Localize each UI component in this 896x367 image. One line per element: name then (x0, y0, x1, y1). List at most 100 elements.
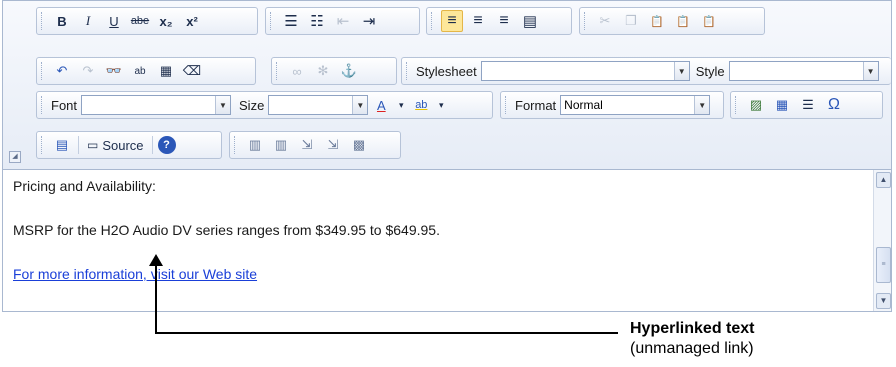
superscript-button[interactable]: x² (181, 10, 203, 32)
rich-text-editor: B I U abe x₂ x² ☰ ☷ ⇤ ⇥ ≡ ≡ ≡ ▤ ✂ ❐ 📋 📋 (2, 0, 892, 312)
format-select[interactable]: Normal ▼ (560, 95, 711, 115)
redo-icon[interactable]: ↷ (77, 60, 99, 82)
source-label: Source (102, 137, 144, 153)
toolbar-grip[interactable] (431, 12, 435, 30)
stylesheet-label: Stylesheet (416, 63, 477, 79)
format-toolbar: Format Normal ▼ (500, 91, 724, 119)
numbered-list-button[interactable]: ☰ (280, 10, 302, 32)
replace-icon[interactable]: ab (129, 60, 151, 82)
insert-document-icon[interactable]: ⇲ (322, 134, 344, 156)
annotation-title: Hyperlinked text (630, 320, 755, 337)
chevron-down-icon[interactable]: ▾ (436, 94, 446, 116)
edit-toolbar: ↶ ↷ 👓 ab ▦ ⌫ (36, 57, 256, 85)
font-label: Font (51, 97, 78, 113)
insert-media-icon[interactable]: ⇲ (296, 134, 318, 156)
cut-icon[interactable]: ✂ (594, 10, 616, 32)
toolbar-grip[interactable] (584, 12, 588, 30)
text-color-button[interactable]: A (370, 94, 392, 116)
undo-icon[interactable]: ↶ (51, 60, 73, 82)
select-all-icon[interactable]: ▦ (155, 60, 177, 82)
toolbar-grip[interactable] (41, 96, 45, 114)
toolbar-grip[interactable] (41, 62, 45, 80)
source-icon: ▭ (87, 138, 99, 152)
scroll-up-icon[interactable]: ▲ (876, 172, 891, 188)
horizontal-rule-icon[interactable]: ☰ (797, 94, 819, 116)
annotation-subtitle: (unmanaged link) (630, 340, 754, 357)
toolbar-grip[interactable] (270, 12, 274, 30)
bold-button[interactable]: B (51, 10, 73, 32)
toolbar-grip[interactable] (234, 136, 238, 154)
chevron-down-icon[interactable]: ▼ (673, 62, 689, 80)
preview-icon[interactable]: ▤ (51, 134, 73, 156)
toolbar-grip[interactable] (735, 96, 739, 114)
toolbar-grip[interactable] (406, 62, 410, 80)
font-toolbar: Font ▼ Size ▼ A ▾ ab ▾ (36, 91, 493, 119)
scroll-down-icon[interactable]: ▼ (876, 293, 891, 309)
toolbar-grip[interactable] (276, 62, 280, 80)
size-select[interactable]: ▼ (268, 95, 369, 115)
toolbar-separator (151, 136, 153, 154)
chevron-down-icon[interactable]: ▼ (215, 96, 231, 114)
chevron-down-icon[interactable]: ▼ (862, 62, 878, 80)
align-center-button[interactable]: ≡ (467, 10, 489, 32)
view-toolbar: ▤ ▭ Source ? (36, 131, 222, 159)
subscript-button[interactable]: x₂ (155, 10, 177, 32)
alignment-toolbar: ≡ ≡ ≡ ▤ (426, 7, 572, 35)
outdent-button[interactable]: ⇤ (332, 10, 354, 32)
editor-content[interactable]: Pricing and Availability: MSRP for the H… (3, 170, 873, 311)
anchor-icon[interactable]: ⚓ (338, 60, 360, 82)
background-color-button[interactable]: ab (410, 94, 432, 116)
format-label: Format (515, 97, 557, 113)
content-heading: Pricing and Availability: (13, 178, 156, 194)
toolbar-grip[interactable] (41, 136, 45, 154)
italic-button[interactable]: I (77, 10, 99, 32)
insert-link-content-icon[interactable]: ▥ (270, 134, 292, 156)
chevron-down-icon[interactable]: ▾ (396, 94, 406, 116)
eraser-icon[interactable]: ⌫ (181, 60, 203, 82)
style-toolbar: Stylesheet ▼ Style ▼ (401, 57, 891, 85)
source-button[interactable]: ▭ Source (84, 134, 147, 156)
style-value (730, 62, 863, 80)
paste-word-icon[interactable]: 📋 (698, 10, 720, 32)
insert-toolbar: ▨ ▦ ☰ Ω (730, 91, 883, 119)
font-select[interactable]: ▼ (81, 95, 232, 115)
collapse-toolbar-icon[interactable]: ◢ (9, 151, 21, 163)
align-right-button[interactable]: ≡ (493, 10, 515, 32)
chevron-down-icon[interactable]: ▼ (352, 96, 368, 114)
link-icon[interactable]: ∞ (286, 60, 308, 82)
underline-button[interactable]: U (103, 10, 125, 32)
paste-text-icon[interactable]: 📋 (672, 10, 694, 32)
hyperlink[interactable]: For more information, visit our Web site (13, 266, 257, 282)
vertical-scrollbar[interactable]: ▲ ≡ ▼ (873, 170, 891, 311)
image-icon[interactable]: ▨ (745, 94, 767, 116)
paste-icon[interactable]: 📋 (646, 10, 668, 32)
indent-button[interactable]: ⇥ (358, 10, 380, 32)
style-select[interactable]: ▼ (728, 61, 879, 81)
stylesheet-value (482, 62, 674, 80)
table-icon[interactable]: ▦ (771, 94, 793, 116)
content-paragraph: MSRP for the H2O Audio DV series ranges … (13, 222, 440, 238)
toolbar-separator (78, 136, 79, 154)
clipboard-toolbar: ✂ ❐ 📋 📋 📋 (579, 7, 765, 35)
unlink-icon[interactable]: ✻ (312, 60, 334, 82)
strikethrough-button[interactable]: abe (129, 10, 151, 32)
bulleted-list-button[interactable]: ☷ (306, 10, 328, 32)
list-toolbar: ☰ ☷ ⇤ ⇥ (265, 7, 420, 35)
find-icon[interactable]: 👓 (103, 60, 125, 82)
help-icon[interactable]: ? (157, 136, 176, 154)
insert-image-icon[interactable]: ▩ (348, 134, 370, 156)
copy-icon[interactable]: ❐ (620, 10, 642, 32)
insert-content-icon[interactable]: ▥ (244, 134, 266, 156)
stylesheet-select[interactable]: ▼ (480, 61, 690, 81)
text-format-toolbar: B I U abe x₂ x² (36, 7, 258, 35)
special-character-button[interactable]: Ω (823, 94, 845, 116)
toolbar-grip[interactable] (505, 96, 509, 114)
scroll-thumb[interactable]: ≡ (876, 247, 891, 283)
font-value (82, 96, 215, 114)
chevron-down-icon[interactable]: ▼ (694, 96, 710, 114)
align-justify-button[interactable]: ▤ (519, 10, 541, 32)
align-left-button[interactable]: ≡ (441, 10, 463, 32)
style-label: Style (695, 63, 725, 79)
toolbar-grip[interactable] (41, 12, 45, 30)
